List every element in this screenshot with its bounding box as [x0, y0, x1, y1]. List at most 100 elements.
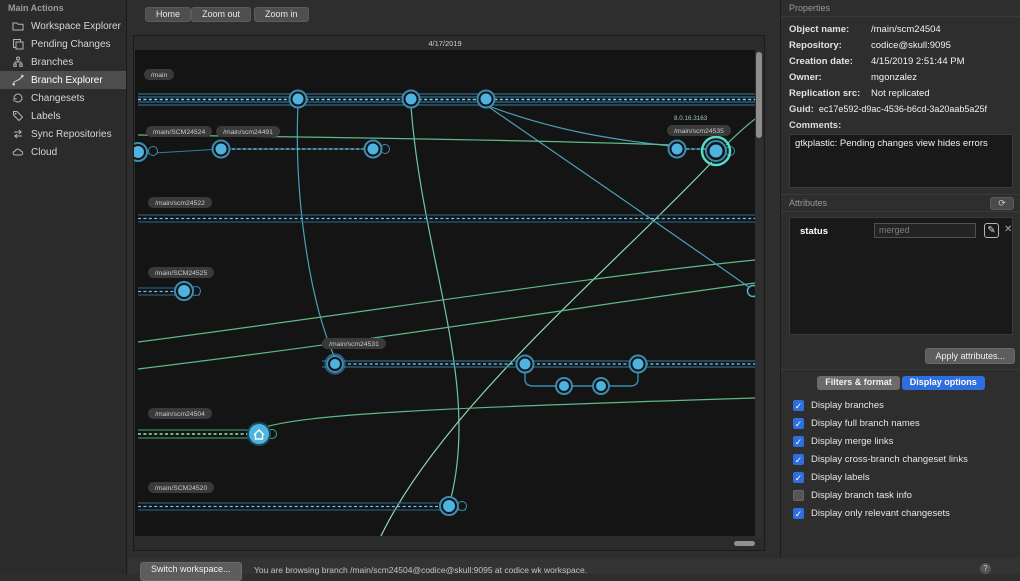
changesets-icon: [13, 93, 23, 103]
property-value: Not replicated: [871, 87, 930, 99]
property-label: Object name:: [789, 23, 850, 35]
remove-attribute-icon[interactable]: ✕: [1004, 224, 1012, 235]
properties-title: Properties: [781, 0, 1020, 17]
checkbox-display-merge-links[interactable]: ✓ Display merge links: [793, 435, 893, 447]
branch-label: /main/scm24522: [148, 197, 212, 208]
sidebar-item-label: Branches: [31, 56, 74, 68]
changeset-node[interactable]: [324, 353, 346, 375]
checkbox-icon[interactable]: ✓: [793, 417, 804, 429]
branch-diagram[interactable]: 4/17/2019 /main /main/SCM24524 /main/scm…: [134, 36, 756, 550]
help-icon[interactable]: ?: [980, 563, 991, 574]
home-button[interactable]: Home: [145, 7, 192, 22]
property-row-owner: Owner: mgonzalez: [781, 69, 1020, 85]
sidebar-item-cloud[interactable]: Cloud: [0, 143, 126, 161]
checkbox-label: Display merge links: [811, 435, 894, 447]
sidebar-item-label: Workspace Explorer: [31, 20, 121, 32]
branch-label: /main/scm24535: [667, 125, 731, 136]
attribute-name: status: [800, 225, 828, 237]
changeset-node[interactable]: [476, 89, 496, 109]
property-row-object-name: Object name: /main/scm24504: [781, 21, 1020, 37]
checkbox-display-branch-task-info[interactable]: ✓ Display branch task info: [793, 489, 912, 501]
selected-changeset-node[interactable]: [700, 135, 732, 167]
apply-attributes-button[interactable]: Apply attributes...: [925, 348, 1015, 364]
property-label: Replication src:: [789, 87, 861, 99]
sidebar-item-label: Branch Explorer: [31, 74, 103, 86]
zoom-out-button[interactable]: Zoom out: [191, 7, 252, 22]
hscroll-thumb[interactable]: [734, 541, 755, 546]
changeset-node[interactable]: [401, 89, 421, 109]
changeset-node[interactable]: [363, 139, 383, 159]
pending-changes-icon: [13, 39, 24, 50]
checkbox-icon[interactable]: ✓: [793, 507, 804, 519]
branch-label: /main/SCM24520: [148, 482, 214, 493]
divider: [781, 369, 1020, 370]
branch-label: /main/SCM24525: [148, 267, 214, 278]
workspace-home-node[interactable]: [247, 422, 271, 446]
sidebar-item-pending-changes[interactable]: Pending Changes: [0, 35, 126, 53]
sidebar-item-branch-explorer[interactable]: Branch Explorer: [0, 71, 126, 89]
cloud-icon: [12, 148, 24, 156]
branch-label: /main/scm24491: [216, 126, 280, 137]
sidebar-item-sync-repositories[interactable]: Sync Repositories: [0, 125, 126, 143]
checkbox-icon[interactable]: ✓: [793, 489, 804, 501]
attributes-box: status ✎ ✕: [789, 216, 1013, 335]
changeset-node[interactable]: [628, 354, 648, 374]
checkbox-display-cross-branch-links[interactable]: ✓ Display cross-branch changeset links: [793, 453, 968, 465]
sidebar-item-labels[interactable]: Labels: [0, 107, 126, 125]
sidebar-item-branches[interactable]: Branches: [0, 53, 126, 71]
sidebar-item-workspace-explorer[interactable]: Workspace Explorer: [0, 17, 126, 35]
property-row-repository: Repository: codice@skull:9095: [781, 37, 1020, 53]
changeset-node[interactable]: [555, 377, 573, 395]
svg-text:/main/scm24504: /main/scm24504: [155, 411, 205, 418]
checkbox-display-only-relevant-changesets[interactable]: ✓ Display only relevant changesets: [793, 507, 950, 519]
changeset-node[interactable]: [592, 377, 610, 395]
checkbox-icon[interactable]: ✓: [793, 453, 804, 465]
sidebar-item-label: Pending Changes: [31, 38, 111, 50]
changeset-node[interactable]: [211, 139, 231, 159]
edit-attribute-icon[interactable]: ✎: [984, 222, 999, 238]
checkbox-display-full-branch-names[interactable]: ✓ Display full branch names: [793, 417, 920, 429]
svg-text:/main/scm24491: /main/scm24491: [223, 129, 273, 136]
sidebar-item-changesets[interactable]: Changesets: [0, 89, 126, 107]
property-label: Repository:: [789, 39, 842, 51]
changeset-node[interactable]: [439, 496, 459, 516]
vscroll-thumb[interactable]: [756, 52, 762, 138]
property-value: ec17e592-d9ac-4536-b6cd-3a20aab5a25f: [818, 103, 987, 114]
branch-explorer-canvas[interactable]: 4/17/2019 /main /main/SCM24524 /main/scm…: [133, 35, 765, 551]
sync-icon: [14, 129, 22, 139]
checkbox-icon[interactable]: ✓: [793, 471, 804, 483]
branches-icon: [13, 56, 23, 67]
checkbox-icon[interactable]: ✓: [793, 399, 804, 411]
svg-text:/main/SCM24524: /main/SCM24524: [153, 129, 206, 136]
checkbox-label: Display only relevant changesets: [811, 507, 950, 519]
refresh-icon[interactable]: ⟳: [990, 196, 1014, 210]
hscroll-track[interactable]: [134, 536, 756, 550]
branch-label: /main/SCM24524: [146, 126, 212, 137]
comments-text: gtkplastic: Pending changes view hides e…: [795, 137, 988, 149]
property-label: Guid:: [789, 103, 814, 115]
changeset-node[interactable]: [134, 142, 148, 162]
switch-workspace-button[interactable]: Switch workspace...: [140, 562, 242, 581]
changeset-node[interactable]: [667, 139, 687, 159]
branch-label: /main/scm24531: [322, 338, 386, 349]
tab-filters-format[interactable]: Filters & format: [817, 376, 900, 390]
property-value: mgonzalez: [871, 71, 917, 83]
comments-box[interactable]: gtkplastic: Pending changes view hides e…: [789, 133, 1013, 188]
checkbox-icon[interactable]: ✓: [793, 435, 804, 447]
property-value: codice@skull:9095: [871, 39, 951, 51]
changeset-node[interactable]: [515, 354, 535, 374]
checkbox-label: Display branch task info: [811, 489, 912, 501]
checkbox-display-labels[interactable]: ✓ Display labels: [793, 471, 870, 483]
svg-text:/main/SCM24525: /main/SCM24525: [155, 270, 208, 277]
vscroll-track[interactable]: [755, 50, 763, 539]
zoom-in-button[interactable]: Zoom in: [254, 7, 309, 22]
checkbox-display-branches[interactable]: ✓ Display branches: [793, 399, 884, 411]
property-value: /main/scm24504: [871, 23, 941, 35]
tab-display-options[interactable]: Display options: [901, 376, 985, 390]
sidebar-item-label: Sync Repositories: [31, 128, 112, 140]
changeset-node[interactable]: [288, 89, 308, 109]
changeset-node[interactable]: [174, 281, 194, 301]
attributes-header: Attributes ⟳: [781, 193, 1020, 212]
attribute-value-input[interactable]: [874, 222, 976, 238]
sidebar-item-label: Cloud: [31, 146, 58, 158]
